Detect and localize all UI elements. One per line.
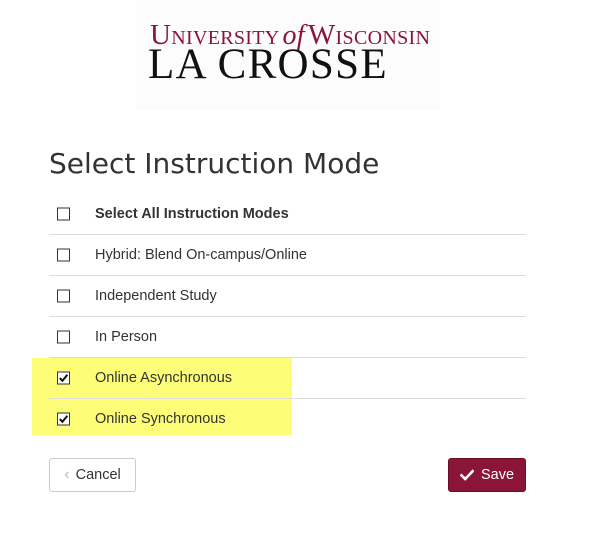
mode-label: Independent Study <box>95 288 217 304</box>
mode-label: In Person <box>95 329 158 345</box>
instruction-mode-list: Select All Instruction Modes Hybrid: Ble… <box>49 194 526 439</box>
save-button-label: Save <box>480 467 515 483</box>
mode-checkbox[interactable] <box>57 330 70 344</box>
save-button[interactable]: Save <box>448 458 526 492</box>
mode-row-select-all[interactable]: Select All Instruction Modes <box>49 194 526 235</box>
checkmark-icon <box>59 415 69 424</box>
select-all-checkbox[interactable] <box>57 207 70 221</box>
mode-label: Select All Instruction Modes <box>95 206 289 222</box>
mode-row-independent-study[interactable]: Independent Study <box>49 276 526 317</box>
mode-row-online-asynchronous[interactable]: Online Asynchronous <box>49 358 526 399</box>
mode-label: Online Synchronous <box>95 411 226 427</box>
mode-checkbox[interactable] <box>57 371 70 385</box>
page-title: Select Instruction Mode <box>49 147 380 180</box>
mode-checkbox[interactable] <box>57 248 70 262</box>
mode-checkbox[interactable] <box>57 289 70 303</box>
mode-row-hybrid[interactable]: Hybrid: Blend On-campus/Online <box>49 235 526 276</box>
cancel-button[interactable]: ‹ Cancel <box>49 458 136 492</box>
mode-label: Online Asynchronous <box>95 370 233 386</box>
mode-row-in-person[interactable]: In Person <box>49 317 526 358</box>
cancel-button-label: Cancel <box>75 467 121 483</box>
logo-la-crosse: LA CROSSE <box>148 41 388 88</box>
chevron-left-icon: ‹ <box>64 466 70 483</box>
checkmark-icon <box>59 374 69 383</box>
checkmark-icon <box>459 469 474 481</box>
mode-checkbox[interactable] <box>57 412 70 426</box>
mode-row-online-synchronous[interactable]: Online Synchronous <box>49 399 526 439</box>
university-logo: University of Wisconsin LA CROSSE <box>136 0 440 110</box>
mode-label: Hybrid: Blend On-campus/Online <box>95 247 307 263</box>
